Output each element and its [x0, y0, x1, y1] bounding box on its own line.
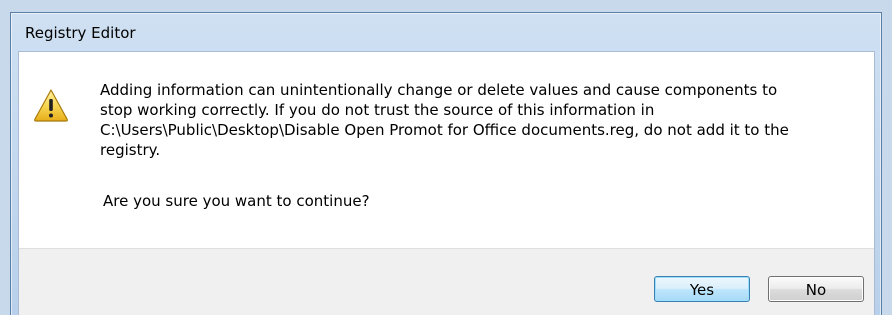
no-button[interactable]: No	[768, 276, 864, 302]
desktop: Registry Editor Adding information can u…	[0, 0, 892, 315]
yes-button[interactable]: Yes	[654, 276, 750, 302]
button-bar: Yes No	[19, 248, 874, 315]
title-bar[interactable]: Registry Editor	[11, 13, 881, 51]
warning-message: Adding information can unintentionally c…	[100, 81, 789, 159]
warning-icon	[34, 89, 68, 122]
dialog-body: Adding information can unintentionally c…	[18, 51, 875, 315]
registry-editor-dialog: Registry Editor Adding information can u…	[10, 12, 882, 315]
message-area: Adding information can unintentionally c…	[19, 52, 874, 248]
window-title: Registry Editor	[25, 24, 136, 42]
confirmation-question: Are you sure you want to continue?	[103, 192, 370, 210]
